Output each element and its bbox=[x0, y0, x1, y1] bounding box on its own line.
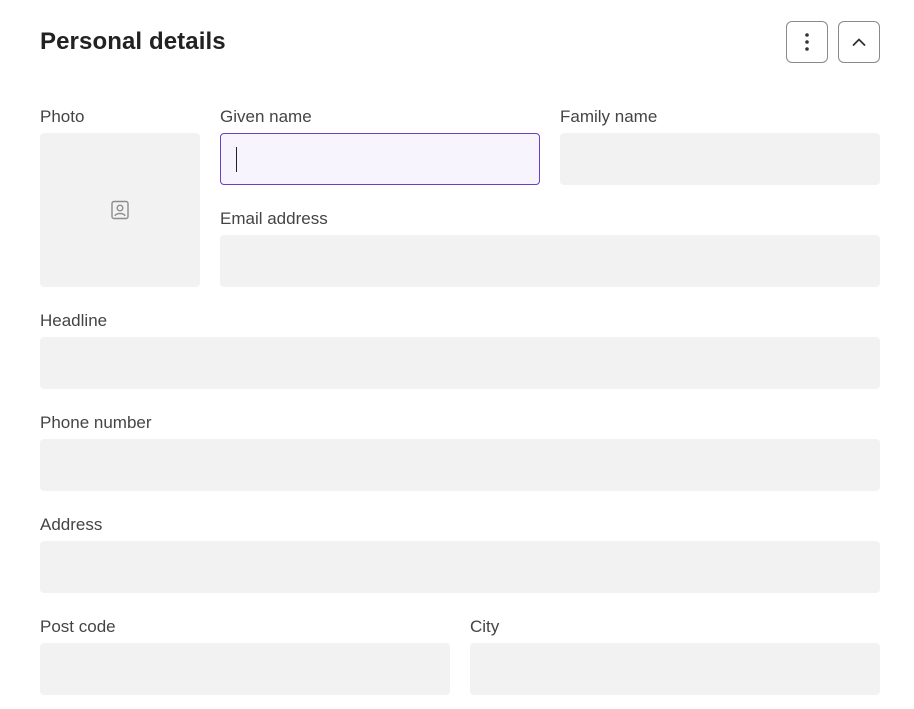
contact-portrait-icon bbox=[111, 200, 129, 220]
photo-upload[interactable] bbox=[40, 133, 200, 287]
address-input[interactable] bbox=[41, 542, 879, 592]
family-name-label: Family name bbox=[560, 107, 658, 126]
city-label: City bbox=[470, 617, 500, 636]
family-name-field bbox=[560, 133, 880, 185]
post-code-field bbox=[40, 643, 450, 695]
text-caret bbox=[236, 147, 237, 172]
post-code-input[interactable] bbox=[41, 644, 449, 694]
given-name-label: Given name bbox=[220, 107, 312, 126]
city-field bbox=[470, 643, 880, 695]
city-input[interactable] bbox=[471, 644, 879, 694]
address-field bbox=[40, 541, 880, 593]
chevron-up-icon bbox=[852, 38, 866, 46]
section-title: Personal details bbox=[40, 28, 226, 55]
given-name-input[interactable] bbox=[221, 134, 539, 184]
post-code-label: Post code bbox=[40, 617, 116, 636]
email-label: Email address bbox=[220, 209, 328, 228]
given-name-field bbox=[220, 133, 540, 185]
email-field bbox=[220, 235, 880, 287]
headline-field bbox=[40, 337, 880, 389]
phone-field bbox=[40, 439, 880, 491]
more-options-button[interactable] bbox=[786, 21, 828, 63]
photo-label: Photo bbox=[40, 107, 85, 126]
phone-label: Phone number bbox=[40, 413, 152, 432]
headline-input[interactable] bbox=[41, 338, 879, 388]
family-name-input[interactable] bbox=[561, 134, 879, 184]
collapse-section-button[interactable] bbox=[838, 21, 880, 63]
address-label: Address bbox=[40, 515, 103, 534]
personal-details-panel: Personal details Photo Given name Family… bbox=[0, 0, 914, 709]
headline-label: Headline bbox=[40, 311, 108, 330]
phone-input[interactable] bbox=[41, 440, 879, 490]
email-input[interactable] bbox=[221, 236, 879, 286]
more-vertical-icon bbox=[805, 33, 809, 51]
